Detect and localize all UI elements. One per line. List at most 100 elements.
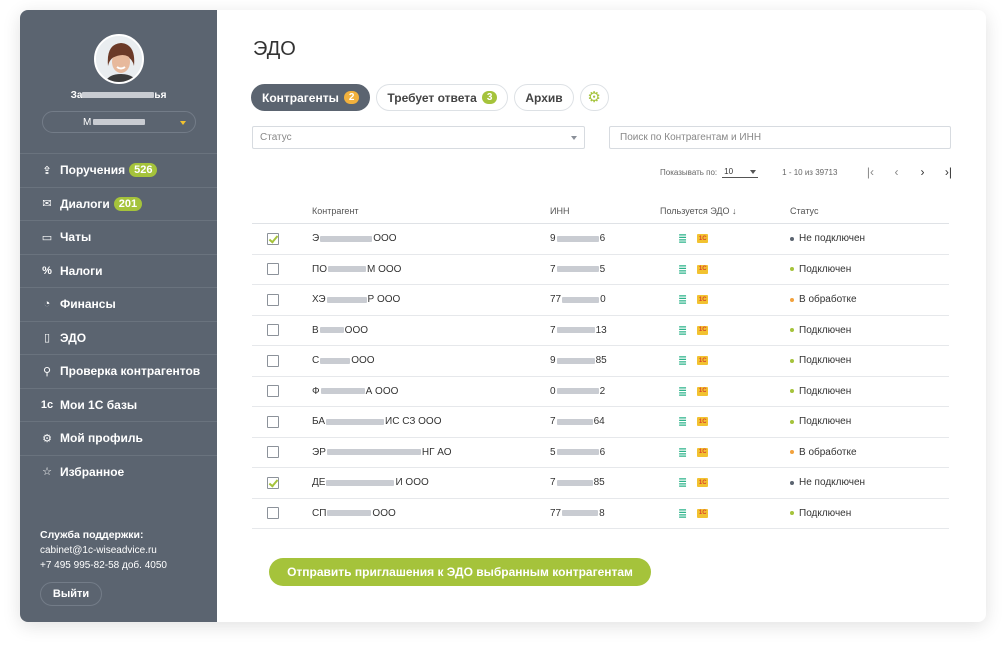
tab-1[interactable]: Требует ответа 3: [376, 84, 509, 111]
name-start: В: [312, 324, 319, 336]
sidebar-item-9[interactable]: ☆ Избранное: [20, 454, 217, 489]
status-dot: [790, 267, 794, 272]
1c-logo-icon: 1С: [697, 295, 709, 305]
sidebar-item-3[interactable]: % Налоги: [20, 253, 217, 288]
document-icon: ▯: [43, 332, 51, 345]
table-row[interactable]: С ООО 9 85 ≣ 1С Подключен: [252, 346, 949, 377]
edo-cell: ≣ 1С: [660, 263, 790, 276]
status-filter-select[interactable]: Статус: [252, 126, 585, 149]
count-badge: 526: [129, 163, 158, 178]
table-row[interactable]: ЭР НГ АО 5 6 ≣ 1С В обработке: [252, 438, 949, 468]
status-text: Подключен: [799, 385, 852, 397]
status-cell: В обработке: [790, 294, 949, 305]
tab-2[interactable]: Архив: [514, 84, 574, 111]
masked-text: [556, 266, 599, 273]
row-checkbox[interactable]: [267, 385, 279, 398]
inn-start: 7: [550, 263, 556, 275]
contractor-inn: 56: [550, 447, 660, 458]
next-page-icon[interactable]: ›: [917, 165, 927, 179]
sidebar-item-label: Мой профиль: [60, 431, 143, 446]
company-initial: М: [83, 116, 92, 128]
tab-0[interactable]: Контрагенты 2: [251, 84, 371, 111]
column-header-edo[interactable]: Пользуется ЭДО ↓: [660, 206, 790, 216]
first-page-icon[interactable]: |‹: [865, 165, 875, 179]
row-checkbox[interactable]: [267, 232, 279, 245]
app-window: За ья М ⇪ Поручения 526 ✉ Диалоги 201 ▭ Чаты% Нал…: [20, 10, 986, 622]
status-dot: [790, 297, 794, 302]
row-checkbox[interactable]: [267, 476, 279, 489]
column-header-inn[interactable]: ИНН: [550, 206, 660, 216]
chevron-down-icon: [750, 170, 757, 174]
row-checkbox[interactable]: [267, 263, 279, 276]
masked-text: [320, 235, 373, 242]
status-dot: [790, 450, 794, 455]
star-icon: ☆: [42, 466, 52, 479]
sidebar-item-1[interactable]: ✉ Диалоги 201: [20, 186, 217, 221]
edo-cell: ≣ 1С: [660, 354, 790, 367]
per-page-select[interactable]: 10: [722, 166, 759, 178]
table-row[interactable]: ХЭ Р ООО 77 0 ≣ 1С В обработке: [252, 285, 949, 316]
user-name-end: ья: [154, 90, 167, 101]
row-checkbox[interactable]: [267, 354, 279, 367]
inn-end: 64: [593, 416, 605, 428]
prev-page-icon[interactable]: ‹: [891, 165, 901, 179]
table-row[interactable]: Э ООО 9 6 ≣ 1С Не подключен: [252, 224, 949, 255]
masked-text: [320, 388, 365, 395]
row-checkbox[interactable]: [267, 415, 279, 428]
search-input[interactable]: [609, 126, 951, 149]
sidebar-item-8[interactable]: ⚙ Мой профиль: [20, 421, 217, 455]
column-header-status[interactable]: Статус: [790, 206, 949, 216]
contractor-inn: 9 85: [550, 355, 660, 366]
table-row[interactable]: ДЕ И ООО 7 85 ≣ 1С Не подключен: [252, 468, 949, 499]
name-start: Э: [312, 233, 320, 245]
status-cell: В обработке: [790, 447, 949, 458]
sidebar-item-6[interactable]: ⚲ Проверка контрагентов: [20, 354, 217, 388]
row-check-cell: [252, 476, 312, 489]
masked-text: [327, 510, 372, 517]
company-select[interactable]: М: [42, 111, 196, 133]
row-check-cell: [252, 385, 312, 398]
per-page-label: Показывать по:: [660, 167, 718, 177]
avatar[interactable]: [94, 34, 144, 84]
sidebar-item-0[interactable]: ⇪ Поручения 526: [20, 153, 217, 187]
sidebar-item-4[interactable]: ◔ Финансы: [20, 287, 217, 321]
status-cell: Подключен: [790, 386, 949, 397]
tab-label: Архив: [525, 90, 563, 105]
mail-icon: ✉: [42, 198, 52, 211]
row-checkbox[interactable]: [267, 446, 279, 459]
table-row[interactable]: СП ООО 77 8 ≣ 1С Подключен: [252, 499, 949, 529]
row-checkbox[interactable]: [267, 293, 279, 306]
send-invitations-button[interactable]: Отправить приглашения к ЭДО выбранным ко…: [269, 558, 651, 586]
name-end: ООО: [372, 507, 396, 519]
status-text: Подключен: [799, 324, 852, 336]
status-text: Не подключен: [799, 477, 866, 489]
inn-end: 13: [595, 324, 607, 336]
row-checkbox[interactable]: [267, 507, 279, 520]
count-badge: 201: [113, 196, 143, 211]
masked-text: [556, 449, 599, 456]
support-email[interactable]: cabinet@1c-wiseadvice.ru: [40, 543, 167, 558]
1c-logo-icon: 1С: [697, 264, 709, 274]
1c-logo-icon: 1С: [697, 478, 709, 488]
name-end: ООО: [344, 324, 369, 336]
row-check-cell: [252, 324, 312, 337]
last-page-icon[interactable]: ›|: [943, 165, 953, 179]
table-row[interactable]: ПО М ООО 7 5 ≣ 1С Подключен: [252, 255, 949, 285]
logout-button[interactable]: Выйти: [40, 582, 102, 606]
table-row[interactable]: БА ИС СЗ ООО 7 64 ≣ 1С Подключен: [252, 407, 949, 438]
table-row[interactable]: В ООО 7 13 ≣ 1С Подключен: [252, 316, 949, 346]
masked-text: [556, 235, 599, 242]
inn-start: 0: [550, 385, 556, 397]
percent-icon: %: [42, 264, 52, 277]
sidebar-item-2[interactable]: ▭ Чаты: [20, 220, 217, 254]
column-header-name[interactable]: Контрагент: [312, 206, 550, 216]
table-row[interactable]: ФА ООО 0 2 ≣ 1С Подключен: [252, 377, 949, 407]
sidebar-item-7[interactable]: 1c Мои 1С базы: [20, 387, 217, 422]
masked-text: [82, 92, 155, 99]
row-check-cell: [252, 415, 312, 428]
inn-start: 7: [550, 324, 556, 336]
row-checkbox[interactable]: [267, 324, 279, 337]
settings-button[interactable]: ⚙: [579, 84, 609, 111]
chevron-down-icon: [571, 136, 577, 140]
sidebar-item-5[interactable]: ▯ ЭДО: [20, 320, 217, 355]
